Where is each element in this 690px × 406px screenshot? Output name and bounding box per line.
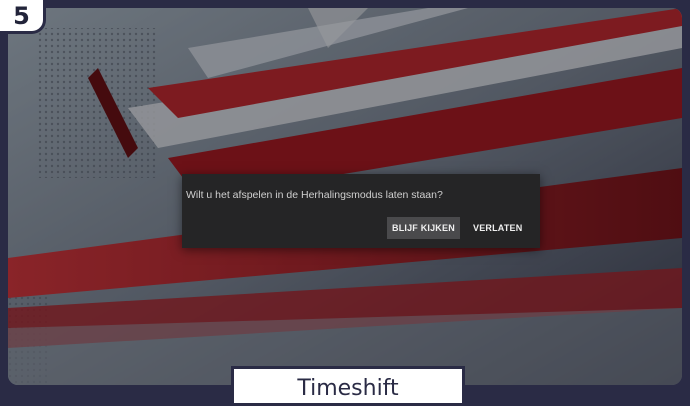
timeshift-dialog: Wilt u het afspelen in de Herhalingsmodu… <box>182 174 540 248</box>
video-frame: Wilt u het afspelen in de Herhalingsmodu… <box>8 8 682 385</box>
step-number-badge: 5 <box>0 0 46 34</box>
leave-button[interactable]: VERLATEN <box>468 217 527 239</box>
keep-watching-button[interactable]: BLIJF KIJKEN <box>387 217 460 239</box>
dialog-message: Wilt u het afspelen in de Herhalingsmodu… <box>186 189 443 201</box>
caption-label: Timeshift <box>231 366 465 406</box>
